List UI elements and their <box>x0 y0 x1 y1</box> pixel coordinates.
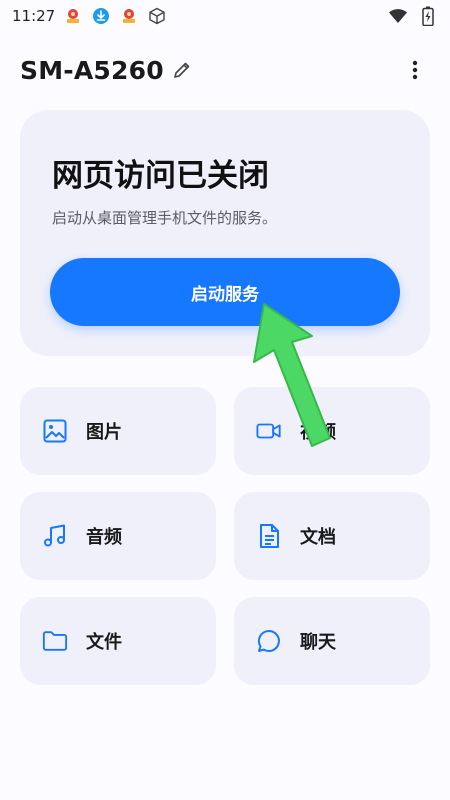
web-access-status-title: 网页访问已关闭 <box>52 158 269 194</box>
more-vertical-icon[interactable] <box>400 60 430 80</box>
tile-label: 聊天 <box>300 632 336 653</box>
video-icon <box>256 418 282 444</box>
start-service-button[interactable]: 启动服务 <box>50 258 400 326</box>
pencil-icon[interactable] <box>172 60 192 80</box>
tile-label: 音频 <box>86 527 122 548</box>
folder-icon <box>42 628 68 654</box>
notification-app-icon <box>63 6 83 26</box>
notification-app-icon <box>119 6 139 26</box>
tile-label: 图片 <box>86 422 122 443</box>
download-icon <box>91 6 111 26</box>
tile-label: 文档 <box>300 527 336 548</box>
tile-label: 视频 <box>300 422 336 443</box>
tile-documents[interactable]: 文档 <box>234 492 430 580</box>
image-icon <box>42 418 68 444</box>
status-notification-icons <box>63 6 167 26</box>
tile-label: 文件 <box>86 632 122 653</box>
music-icon <box>42 523 68 549</box>
tile-chat[interactable]: 聊天 <box>234 597 430 685</box>
document-icon <box>256 523 282 549</box>
web-access-description: 启动从桌面管理手机文件的服务。 <box>52 209 278 227</box>
tile-videos[interactable]: 视频 <box>234 387 430 475</box>
tile-files[interactable]: 文件 <box>20 597 216 685</box>
status-time: 11:27 <box>12 7 56 25</box>
wifi-icon <box>388 6 408 26</box>
chat-icon <box>256 628 282 654</box>
web-access-card: 网页访问已关闭 启动从桌面管理手机文件的服务。 启动服务 <box>20 110 430 356</box>
tile-audio[interactable]: 音频 <box>20 492 216 580</box>
battery-charging-icon <box>418 6 438 26</box>
status-bar: 11:27 <box>0 0 450 32</box>
box-icon <box>147 6 167 26</box>
device-name: SM-A5260 <box>20 55 164 85</box>
tile-images[interactable]: 图片 <box>20 387 216 475</box>
app-bar: SM-A5260 <box>0 45 450 95</box>
